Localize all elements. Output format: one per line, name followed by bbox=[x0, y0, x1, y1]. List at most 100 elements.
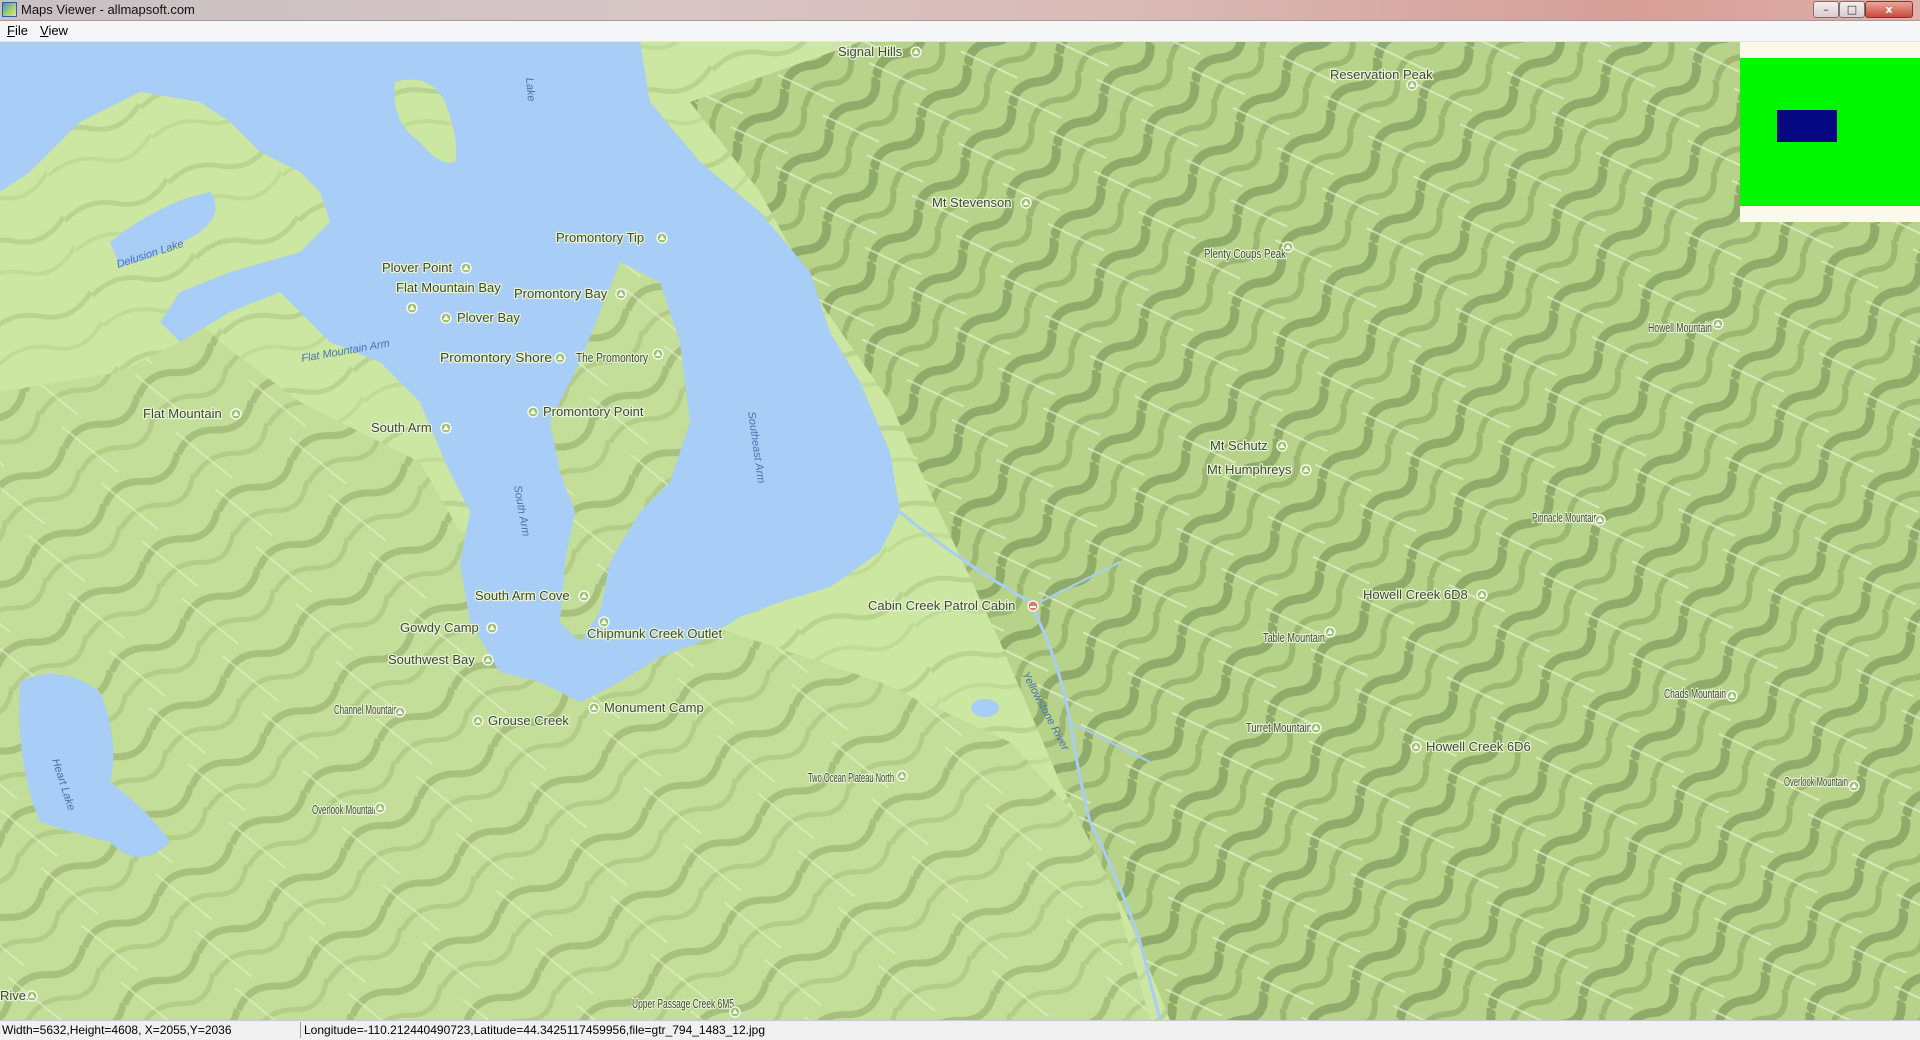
svg-text:Overlook Mountain: Overlook Mountain bbox=[312, 802, 378, 817]
svg-text:Flat Mountain: Flat Mountain bbox=[143, 406, 222, 421]
place-mt-humphreys[interactable]: Mt Humphreys bbox=[1206, 461, 1312, 478]
minimize-button[interactable]: – bbox=[1813, 1, 1839, 18]
peak-icon bbox=[896, 770, 908, 782]
svg-text:Turret Mountain: Turret Mountain bbox=[1246, 720, 1312, 735]
svg-text:Upper Passage Creek 6M5: Upper Passage Creek 6M5 bbox=[632, 996, 734, 1011]
peak-icon bbox=[656, 232, 668, 244]
peak-icon bbox=[1410, 741, 1422, 753]
svg-text:Gowdy Camp: Gowdy Camp bbox=[400, 620, 479, 635]
overview-map-area[interactable] bbox=[1740, 58, 1920, 206]
svg-text:Overlook Mountain: Overlook Mountain bbox=[1784, 774, 1848, 789]
svg-text:Reservation Peak: Reservation Peak bbox=[1330, 67, 1433, 82]
svg-text:Promontory Shore: Promontory Shore bbox=[440, 350, 552, 365]
svg-text:Chads Mountain: Chads Mountain bbox=[1664, 686, 1726, 701]
peak-icon bbox=[460, 262, 472, 274]
place-turret-mountain[interactable]: Turret Mountain bbox=[1245, 719, 1322, 736]
place-promontory-tip[interactable]: Promontory Tip bbox=[555, 229, 668, 246]
svg-text:Table Mountain: Table Mountain bbox=[1263, 630, 1325, 645]
place-the-promontory[interactable]: The Promontory bbox=[575, 348, 664, 366]
place-flat-mountain-bay[interactable]: Flat Mountain Bay bbox=[395, 279, 503, 314]
place-signal-hills[interactable]: Signal Hills bbox=[837, 43, 922, 60]
svg-text:Plenty Coups Peak: Plenty Coups Peak bbox=[1204, 246, 1286, 261]
place-two-ocean-plateau-north[interactable]: Two Ocean Plateau North bbox=[807, 769, 908, 786]
place-river-edge[interactable]: River bbox=[0, 987, 38, 1004]
place-promontory-point[interactable]: Promontory Point bbox=[527, 403, 645, 420]
peak-icon bbox=[394, 706, 406, 718]
close-button[interactable]: x bbox=[1865, 1, 1913, 18]
peak-icon bbox=[1476, 589, 1488, 601]
place-plover-bay[interactable]: Plover Bay bbox=[440, 309, 522, 326]
status-dimensions: Width=5632,Height=4608, X=2055,Y=2036 bbox=[2, 1023, 232, 1037]
menu-file[interactable]: File bbox=[7, 23, 28, 38]
svg-text:Howell Creek 6D6: Howell Creek 6D6 bbox=[1426, 739, 1531, 754]
peak-icon bbox=[1282, 241, 1294, 253]
peak-icon bbox=[578, 590, 590, 602]
place-chipmunk-creek-outlet[interactable]: Chipmunk Creek Outlet bbox=[586, 616, 724, 642]
place-pinnacle-mountain[interactable]: Pinnacle Mountain bbox=[1531, 509, 1606, 526]
svg-text:Mt Stevenson: Mt Stevenson bbox=[932, 195, 1012, 210]
place-southwest-bay[interactable]: Southwest Bay bbox=[387, 651, 494, 668]
overview-minimap[interactable] bbox=[1740, 42, 1920, 222]
peak-icon bbox=[472, 715, 484, 727]
status-coordinates: Longitude=-110.212440490723,Latitude=44.… bbox=[304, 1023, 765, 1037]
peak-icon bbox=[374, 802, 386, 814]
svg-text:Flat Mountain Bay: Flat Mountain Bay bbox=[396, 280, 501, 295]
menu-bar: File View bbox=[0, 21, 1920, 42]
svg-text:Promontory Bay: Promontory Bay bbox=[514, 286, 608, 301]
svg-text:Howell Creek 6D8: Howell Creek 6D8 bbox=[1363, 587, 1468, 602]
status-divider bbox=[300, 1022, 301, 1038]
status-bar: Width=5632,Height=4608, X=2055,Y=2036 Lo… bbox=[0, 1020, 1920, 1040]
svg-text:Promontory Tip: Promontory Tip bbox=[556, 230, 644, 245]
svg-text:Chipmunk Creek Outlet: Chipmunk Creek Outlet bbox=[587, 626, 722, 641]
place-overlook-mountain-west[interactable]: Overlook Mountain bbox=[311, 801, 386, 818]
place-promontory-bay[interactable]: Promontory Bay bbox=[513, 285, 627, 302]
place-reservation-peak[interactable]: Reservation Peak bbox=[1329, 66, 1434, 91]
svg-text:Channel Mountain: Channel Mountain bbox=[334, 702, 398, 717]
place-south-arm[interactable]: South Arm bbox=[370, 419, 452, 436]
place-plenty-coups-peak[interactable]: Plenty Coups Peak bbox=[1203, 241, 1294, 262]
place-mt-stevenson[interactable]: Mt Stevenson bbox=[931, 194, 1032, 211]
peak-icon bbox=[554, 352, 566, 364]
peak-icon bbox=[230, 408, 242, 420]
place-monument-camp[interactable]: Monument Camp bbox=[588, 699, 705, 716]
peak-icon bbox=[486, 622, 498, 634]
title-bar: Maps Viewer - allmapsoft.com – □ x bbox=[0, 0, 1920, 21]
peak-icon bbox=[1712, 318, 1724, 330]
place-overlook-mountain-east[interactable]: Overlook Mountain bbox=[1783, 773, 1860, 792]
place-howell-mountain[interactable]: Howell Mountain bbox=[1647, 318, 1724, 336]
place-mt-schutz[interactable]: Mt Schutz bbox=[1209, 437, 1288, 454]
place-cabin-creek-patrol-cabin[interactable]: Cabin Creek Patrol Cabin bbox=[867, 597, 1039, 614]
menu-view[interactable]: View bbox=[40, 23, 68, 38]
svg-text:Promontory Point: Promontory Point bbox=[543, 404, 644, 419]
map-viewport[interactable]: Delusion Lake Flat Mountain Arm South Ar… bbox=[0, 42, 1920, 1020]
place-plover-point[interactable]: Plover Point bbox=[381, 259, 472, 276]
overview-viewport-rectangle[interactable] bbox=[1777, 110, 1837, 142]
peak-icon bbox=[1276, 440, 1288, 452]
place-flat-mountain[interactable]: Flat Mountain bbox=[142, 405, 242, 422]
place-chads-mountain[interactable]: Chads Mountain bbox=[1663, 685, 1738, 702]
place-channel-mountain[interactable]: Channel Mountain bbox=[333, 701, 406, 718]
peak-icon bbox=[615, 288, 627, 300]
svg-text:Plover Point: Plover Point bbox=[382, 260, 452, 275]
svg-text:Cabin Creek Patrol Cabin: Cabin Creek Patrol Cabin bbox=[868, 598, 1015, 613]
place-grouse-creek[interactable]: Grouse Creek bbox=[472, 712, 571, 729]
svg-text:Mt Schutz: Mt Schutz bbox=[1210, 438, 1268, 453]
place-howell-creek-6d6[interactable]: Howell Creek 6D6 bbox=[1410, 738, 1532, 755]
place-table-mountain[interactable]: Table Mountain bbox=[1262, 626, 1336, 646]
place-south-arm-cove[interactable]: South Arm Cove bbox=[474, 587, 590, 604]
window-title: Maps Viewer - allmapsoft.com bbox=[21, 2, 195, 17]
peak-icon bbox=[729, 1006, 741, 1018]
svg-text:Mt Humphreys: Mt Humphreys bbox=[1207, 462, 1292, 477]
maximize-button[interactable]: □ bbox=[1839, 1, 1865, 18]
place-howell-creek-6d8[interactable]: Howell Creek 6D8 bbox=[1362, 586, 1488, 603]
svg-text:The Promontory: The Promontory bbox=[576, 350, 648, 365]
cabin-icon bbox=[1027, 600, 1039, 612]
place-upper-passage-creek-6m5[interactable]: Upper Passage Creek 6M5 bbox=[631, 995, 741, 1018]
peak-icon bbox=[440, 422, 452, 434]
place-gowdy-camp[interactable]: Gowdy Camp bbox=[399, 619, 498, 636]
place-promontory-shore[interactable]: Promontory Shore bbox=[439, 349, 566, 366]
peak-icon bbox=[440, 312, 452, 324]
peak-icon bbox=[1020, 197, 1032, 209]
peak-icon bbox=[1594, 514, 1606, 526]
svg-text:Monument Camp: Monument Camp bbox=[604, 700, 704, 715]
